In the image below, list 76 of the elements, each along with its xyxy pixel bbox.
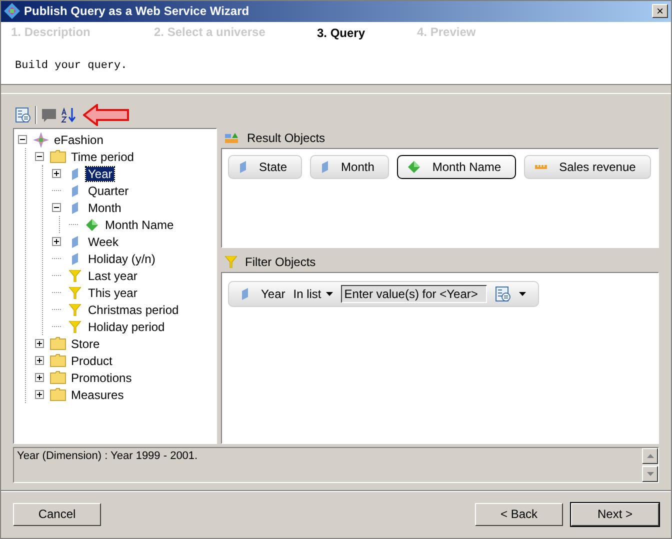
list-icon[interactable]	[15, 107, 31, 124]
arrow-icon	[83, 104, 129, 126]
section-title: Filter Objects	[245, 255, 316, 270]
funnel-icon	[69, 270, 81, 282]
dimension-icon	[321, 161, 330, 174]
tree-item[interactable]: Holiday period	[86, 320, 167, 334]
close-button[interactable]: ×	[652, 4, 668, 18]
tree-item[interactable]: Month Name	[103, 218, 176, 232]
folder-icon	[50, 150, 66, 164]
tree-item[interactable]: Measures	[69, 388, 126, 402]
value-field[interactable]: Enter value(s) for <Year>	[341, 285, 488, 304]
funnel-icon	[69, 304, 81, 316]
dimension-icon	[71, 202, 79, 214]
collapse-toggle[interactable]	[35, 152, 44, 162]
dimension-icon	[241, 288, 249, 300]
folder-icon	[50, 371, 66, 384]
tree-item[interactable]: Promotions	[69, 370, 134, 385]
filter-object: Year	[261, 287, 286, 302]
collapse-toggle[interactable]	[52, 203, 61, 212]
diamond-icon	[86, 218, 98, 231]
folder-icon	[50, 354, 66, 368]
step-description: Build your query.	[14, 58, 128, 72]
tree-item[interactable]: Month	[86, 200, 124, 215]
dimension-icon	[71, 236, 79, 248]
scroll-down-icon[interactable]	[646, 472, 654, 476]
tree-item[interactable]: Week	[86, 234, 120, 249]
expand-toggle[interactable]	[35, 339, 44, 348]
operator-dropdown[interactable]: In list	[293, 287, 334, 302]
result-object-chip[interactable]: Sales revenue	[524, 155, 651, 180]
caret-icon[interactable]	[519, 292, 526, 296]
tree-item[interactable]: Product	[69, 354, 114, 368]
ruler-icon	[535, 164, 548, 170]
tree-item[interactable]: Time period	[69, 150, 136, 164]
funnel-icon	[225, 256, 237, 268]
result-object-chip[interactable]: Month Name	[397, 155, 516, 180]
result-object-chip[interactable]: State	[228, 155, 302, 180]
tree-item[interactable]: eFashion	[52, 132, 106, 147]
window-title: Publish Query as a Web Service Wizard	[24, 4, 250, 18]
tree-item[interactable]: Christmas period	[86, 302, 181, 317]
folder-icon	[50, 388, 66, 402]
cancel-button[interactable]: Cancel	[13, 502, 101, 526]
scroll-bar[interactable]	[642, 448, 658, 482]
result-object-chip[interactable]: Month	[310, 155, 390, 180]
comment-icon[interactable]	[41, 107, 57, 124]
back-button[interactable]: < Back	[475, 502, 563, 526]
chart-icon	[225, 132, 239, 144]
tree-item[interactable]: Quarter	[86, 184, 131, 198]
caret-icon	[326, 292, 334, 296]
next-button[interactable]: Next >	[571, 502, 659, 526]
expand-toggle[interactable]	[35, 373, 44, 382]
list-icon[interactable]	[495, 286, 512, 302]
funnel-icon	[69, 320, 81, 333]
dimension-icon	[71, 184, 79, 197]
section-title: Result Objects	[247, 131, 326, 146]
sort-icon[interactable]	[61, 107, 77, 124]
wizard-step: 3. Query	[317, 24, 417, 40]
tree-item[interactable]: Last year	[86, 268, 140, 283]
expand-toggle[interactable]	[52, 169, 61, 178]
app-icon	[4, 3, 20, 20]
status-text: Year (Dimension) : Year 1999 - 2001.	[16, 448, 199, 464]
dimension-icon	[71, 168, 79, 180]
collapse-toggle[interactable]	[18, 135, 27, 144]
tree-item[interactable]: Holiday (y/n)	[86, 252, 158, 266]
expand-toggle[interactable]	[35, 390, 44, 400]
dimension-icon	[71, 252, 79, 265]
tree-item[interactable]: This year	[86, 286, 140, 300]
expand-toggle[interactable]	[52, 237, 61, 246]
tree-item[interactable]: Year	[86, 166, 114, 181]
star-icon	[33, 132, 49, 148]
dimension-icon	[239, 161, 247, 174]
diamond-icon	[408, 161, 420, 174]
funnel-icon	[69, 286, 81, 299]
tree-item[interactable]: Store	[69, 336, 102, 351]
expand-toggle[interactable]	[35, 356, 44, 366]
scroll-up-icon[interactable]	[646, 454, 654, 458]
folder-icon	[50, 337, 66, 350]
